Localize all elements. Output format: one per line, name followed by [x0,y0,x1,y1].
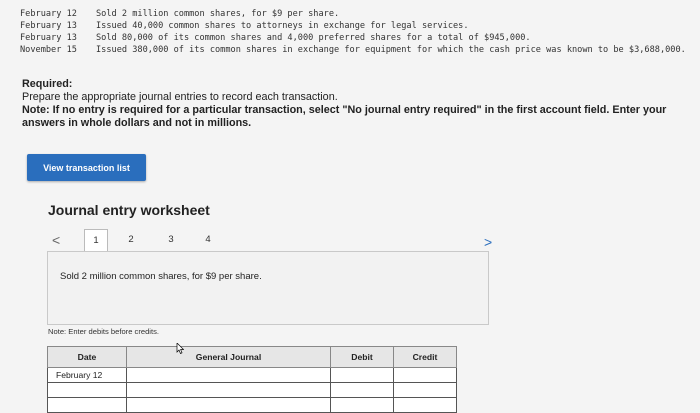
required-instructions: Required: Prepare the appropriate journa… [22,78,700,130]
required-heading: Required: [22,78,73,90]
debit-field[interactable] [330,397,394,413]
credit-field[interactable] [393,367,457,383]
tab-2[interactable]: 2 [120,229,142,251]
panel-transaction-text: Sold 2 million common shares, for $9 per… [60,271,262,282]
transaction-date: February 12 [20,9,77,19]
tab-3[interactable]: 3 [160,229,182,251]
entry-note: Note: Enter debits before credits. [48,327,160,336]
header-debit: Debit [330,346,394,368]
header-date: Date [47,346,127,368]
account-field[interactable] [126,397,331,413]
debit-field[interactable] [330,367,394,383]
transaction-date: November 15 [20,45,77,55]
journal-table: Date General Journal Debit Credit Februa… [47,346,457,413]
account-field[interactable] [126,367,331,383]
transaction-row: November 15 Issued 380,000 of its common… [20,44,686,56]
view-transaction-list-button[interactable]: View transaction list [27,154,146,181]
header-general-journal: General Journal [126,346,331,368]
date-cell [47,397,127,413]
required-line: Prepare the appropriate journal entries … [22,91,338,103]
transaction-row: February 12 Sold 2 million common shares… [20,8,686,20]
mouse-cursor-icon [176,343,184,354]
transaction-panel: Sold 2 million common shares, for $9 per… [47,251,489,325]
prev-arrow-icon[interactable]: < [52,232,60,248]
credit-field[interactable] [393,397,457,413]
date-cell [47,382,127,398]
transaction-date: February 13 [20,33,77,43]
tab-4[interactable]: 4 [197,229,219,251]
header-credit: Credit [393,346,457,368]
transaction-text: Sold 80,000 of its common shares and 4,0… [96,33,531,43]
transaction-descriptions: February 12 Sold 2 million common shares… [20,8,686,56]
transaction-row: February 13 Sold 80,000 of its common sh… [20,32,686,44]
journal-header-row: Date General Journal Debit Credit [47,346,457,368]
account-field[interactable] [126,382,331,398]
credit-field[interactable] [393,382,457,398]
table-row [47,397,457,413]
worksheet-title: Journal entry worksheet [48,202,210,218]
date-cell: February 12 [47,367,127,383]
transaction-row: February 13 Issued 40,000 common shares … [20,20,686,32]
transaction-text: Issued 380,000 of its common shares in e… [96,45,686,55]
transaction-text: Issued 40,000 common shares to attorneys… [96,21,469,31]
transaction-text: Sold 2 million common shares, for $9 per… [96,9,340,19]
table-row: February 12 [47,367,457,383]
tab-1[interactable]: 1 [84,229,108,253]
worksheet-tabs: 1 2 3 4 [80,229,490,253]
table-row [47,382,457,398]
required-note: Note: If no entry is required for a part… [22,104,667,129]
debit-field[interactable] [330,382,394,398]
transaction-date: February 13 [20,21,77,31]
